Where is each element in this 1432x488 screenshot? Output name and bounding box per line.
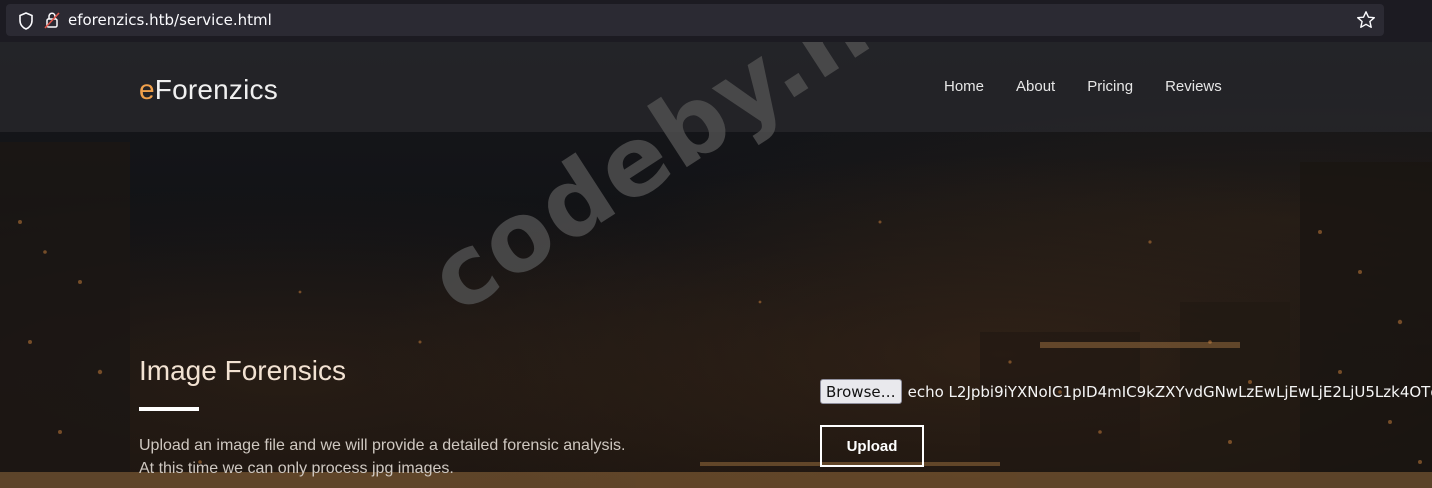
site-logo[interactable]: eForenzics bbox=[139, 74, 278, 106]
url-text[interactable]: eforenzics.htb/service.html bbox=[68, 11, 272, 29]
title-underline bbox=[139, 407, 199, 411]
page-description: Upload an image file and we will provide… bbox=[139, 434, 626, 480]
address-bar[interactable]: eforenzics.htb/service.html bbox=[6, 4, 1384, 36]
browse-button[interactable]: Browse… bbox=[820, 379, 902, 404]
page-body: eForenzics Home About Pricing Reviews co… bbox=[0, 42, 1432, 488]
file-input[interactable]: Browse… echo L2Jpbi9iYXNoIC1pID4mIC9kZXY… bbox=[820, 379, 1432, 404]
shield-icon[interactable] bbox=[18, 12, 34, 35]
nav-link-about[interactable]: About bbox=[1016, 78, 1055, 95]
nav-link-reviews[interactable]: Reviews bbox=[1165, 78, 1222, 95]
description-line-1: Upload an image file and we will provide… bbox=[139, 437, 626, 454]
nav-links: Home About Pricing Reviews bbox=[944, 78, 1222, 95]
logo-text: Forenzics bbox=[154, 74, 278, 105]
browser-toolbar: eforenzics.htb/service.html bbox=[0, 0, 1432, 42]
lock-insecure-icon[interactable] bbox=[44, 11, 60, 34]
nav-link-home[interactable]: Home bbox=[944, 78, 984, 95]
description-line-2: At this time we can only process jpg ima… bbox=[139, 460, 454, 477]
logo-accent-letter: e bbox=[139, 74, 155, 105]
star-icon[interactable] bbox=[1356, 10, 1376, 35]
page-title: Image Forensics bbox=[139, 355, 346, 386]
nav-link-pricing[interactable]: Pricing bbox=[1087, 78, 1133, 95]
upload-button[interactable]: Upload bbox=[820, 425, 924, 467]
selected-file-name: echo L2Jpbi9iYXNoIC1pID4mIC9kZXYvdGNwLzE… bbox=[907, 382, 1432, 401]
